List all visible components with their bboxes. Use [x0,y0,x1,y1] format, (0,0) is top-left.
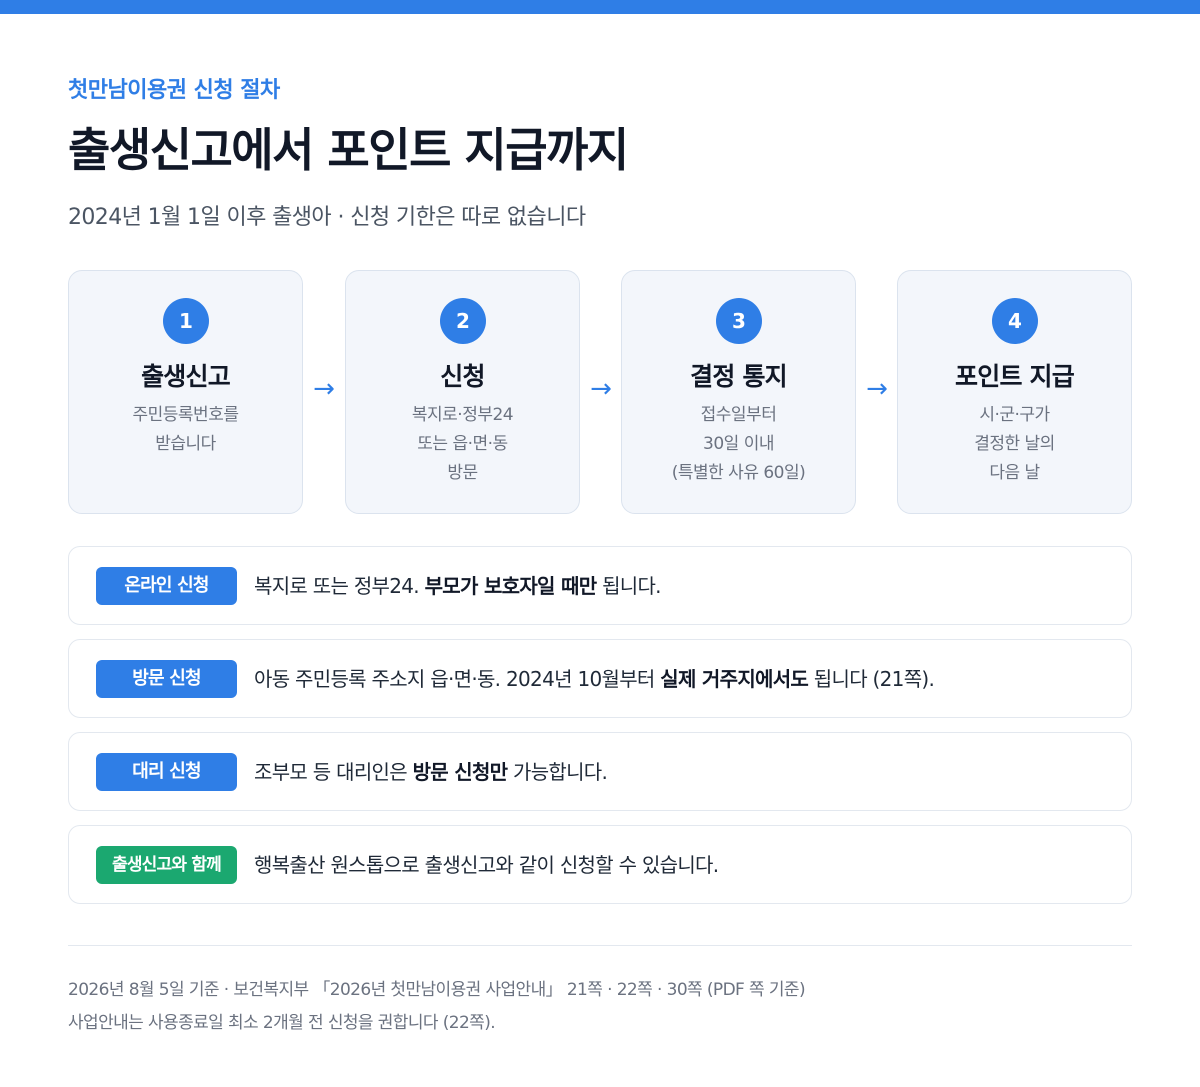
note-text-bold: 실제 거주지에서도 [660,667,809,691]
step-title: 결정 통지 [690,362,788,391]
note-text: 아동 주민등록 주소지 읍·면·동. 2024년 10월부터 실제 거주지에서도… [254,665,935,693]
step-description: 시·군·구가 결정한 날의 다음 날 [898,401,1131,488]
note-text-plain: 복지로 또는 정부24. [254,574,425,598]
step-card-3: 3 결정 통지 접수일부터 30일 이내 (특별한 사유 60일) [621,270,856,514]
step-title: 포인트 지급 [955,362,1075,391]
arrow-right-icon: → [866,374,888,404]
page-subtitle: 2024년 1월 1일 이후 출생아 · 신청 기한은 따로 없습니다 [68,205,586,230]
top-accent-bar [0,0,1200,14]
step-desc-line: 30일 이내 [703,434,774,454]
note-text: 조부모 등 대리인은 방문 신청만 가능합니다. [254,758,608,786]
step-description: 주민등록번호를 받습니다 [69,401,302,459]
note-text-bold: 방문 신청만 [412,760,508,784]
step-desc-line: (특별한 사유 60일) [671,463,806,483]
step-number-badge: 3 [716,298,762,344]
note-text-plain: 아동 주민등록 주소지 읍·면·동. 2024년 10월부터 [254,667,661,691]
note-badge: 대리 신청 [96,753,237,791]
footer-note: 사업안내는 사용종료일 최소 2개월 전 신청을 권합니다 (22쪽). [68,1013,496,1033]
page-title: 출생신고에서 포인트 지급까지 [68,123,629,177]
step-desc-line: 복지로·정부24 [411,405,514,425]
footer-divider [68,945,1132,946]
note-proxy: 대리 신청 조부모 등 대리인은 방문 신청만 가능합니다. [68,732,1132,811]
note-badge: 방문 신청 [96,660,237,698]
note-text-plain: 가능합니다. [507,760,608,784]
note-text-bold: 부모가 보호자일 때만 [424,574,598,598]
note-text: 복지로 또는 정부24. 부모가 보호자일 때만 됩니다. [254,572,662,600]
note-text-plain: 조부모 등 대리인은 [254,760,413,784]
note-text: 행복출산 원스톱으로 출생신고와 같이 신청할 수 있습니다. [254,851,719,879]
step-desc-line: 방문 [447,463,478,483]
step-number-badge: 2 [440,298,486,344]
note-badge: 출생신고와 함께 [96,846,237,884]
step-desc-line: 접수일부터 [700,405,777,425]
step-card-4: 4 포인트 지급 시·군·구가 결정한 날의 다음 날 [897,270,1132,514]
step-card-2: 2 신청 복지로·정부24 또는 읍·면·동 방문 [345,270,580,514]
note-text-plain: 행복출산 원스톱으로 출생신고와 같이 신청할 수 있습니다. [254,853,719,877]
step-desc-line: 주민등록번호를 [132,405,239,425]
step-number-badge: 1 [163,298,209,344]
step-title: 출생신고 [141,362,231,391]
step-desc-line: 또는 읍·면·동 [417,434,508,454]
step-number-badge: 4 [992,298,1038,344]
step-description: 복지로·정부24 또는 읍·면·동 방문 [346,401,579,488]
step-desc-line: 시·군·구가 [979,405,1050,425]
step-desc-line: 결정한 날의 [974,434,1055,454]
note-text-plain: 됩니다 (21쪽). [808,667,935,691]
arrow-right-icon: → [313,374,335,404]
step-description: 접수일부터 30일 이내 (특별한 사유 60일) [622,401,855,488]
note-online: 온라인 신청 복지로 또는 정부24. 부모가 보호자일 때만 됩니다. [68,546,1132,625]
arrow-right-icon: → [590,374,612,404]
step-desc-line: 다음 날 [989,463,1040,483]
note-text-plain: 됩니다. [596,574,661,598]
note-visit: 방문 신청 아동 주민등록 주소지 읍·면·동. 2024년 10월부터 실제 … [68,639,1132,718]
step-title: 신청 [440,362,485,391]
note-badge: 온라인 신청 [96,567,237,605]
step-desc-line: 받습니다 [155,434,216,454]
footer-source: 2026년 8월 5일 기준 · 보건복지부 「2026년 첫만남이용권 사업안… [68,980,806,1000]
step-card-1: 1 출생신고 주민등록번호를 받습니다 [68,270,303,514]
note-with-birth-report: 출생신고와 함께 행복출산 원스톱으로 출생신고와 같이 신청할 수 있습니다. [68,825,1132,904]
eyebrow-label: 첫만남이용권 신청 절차 [68,78,280,103]
process-steps: 1 출생신고 주민등록번호를 받습니다 → 2 신청 복지로·정부24 또는 읍… [68,270,1132,514]
